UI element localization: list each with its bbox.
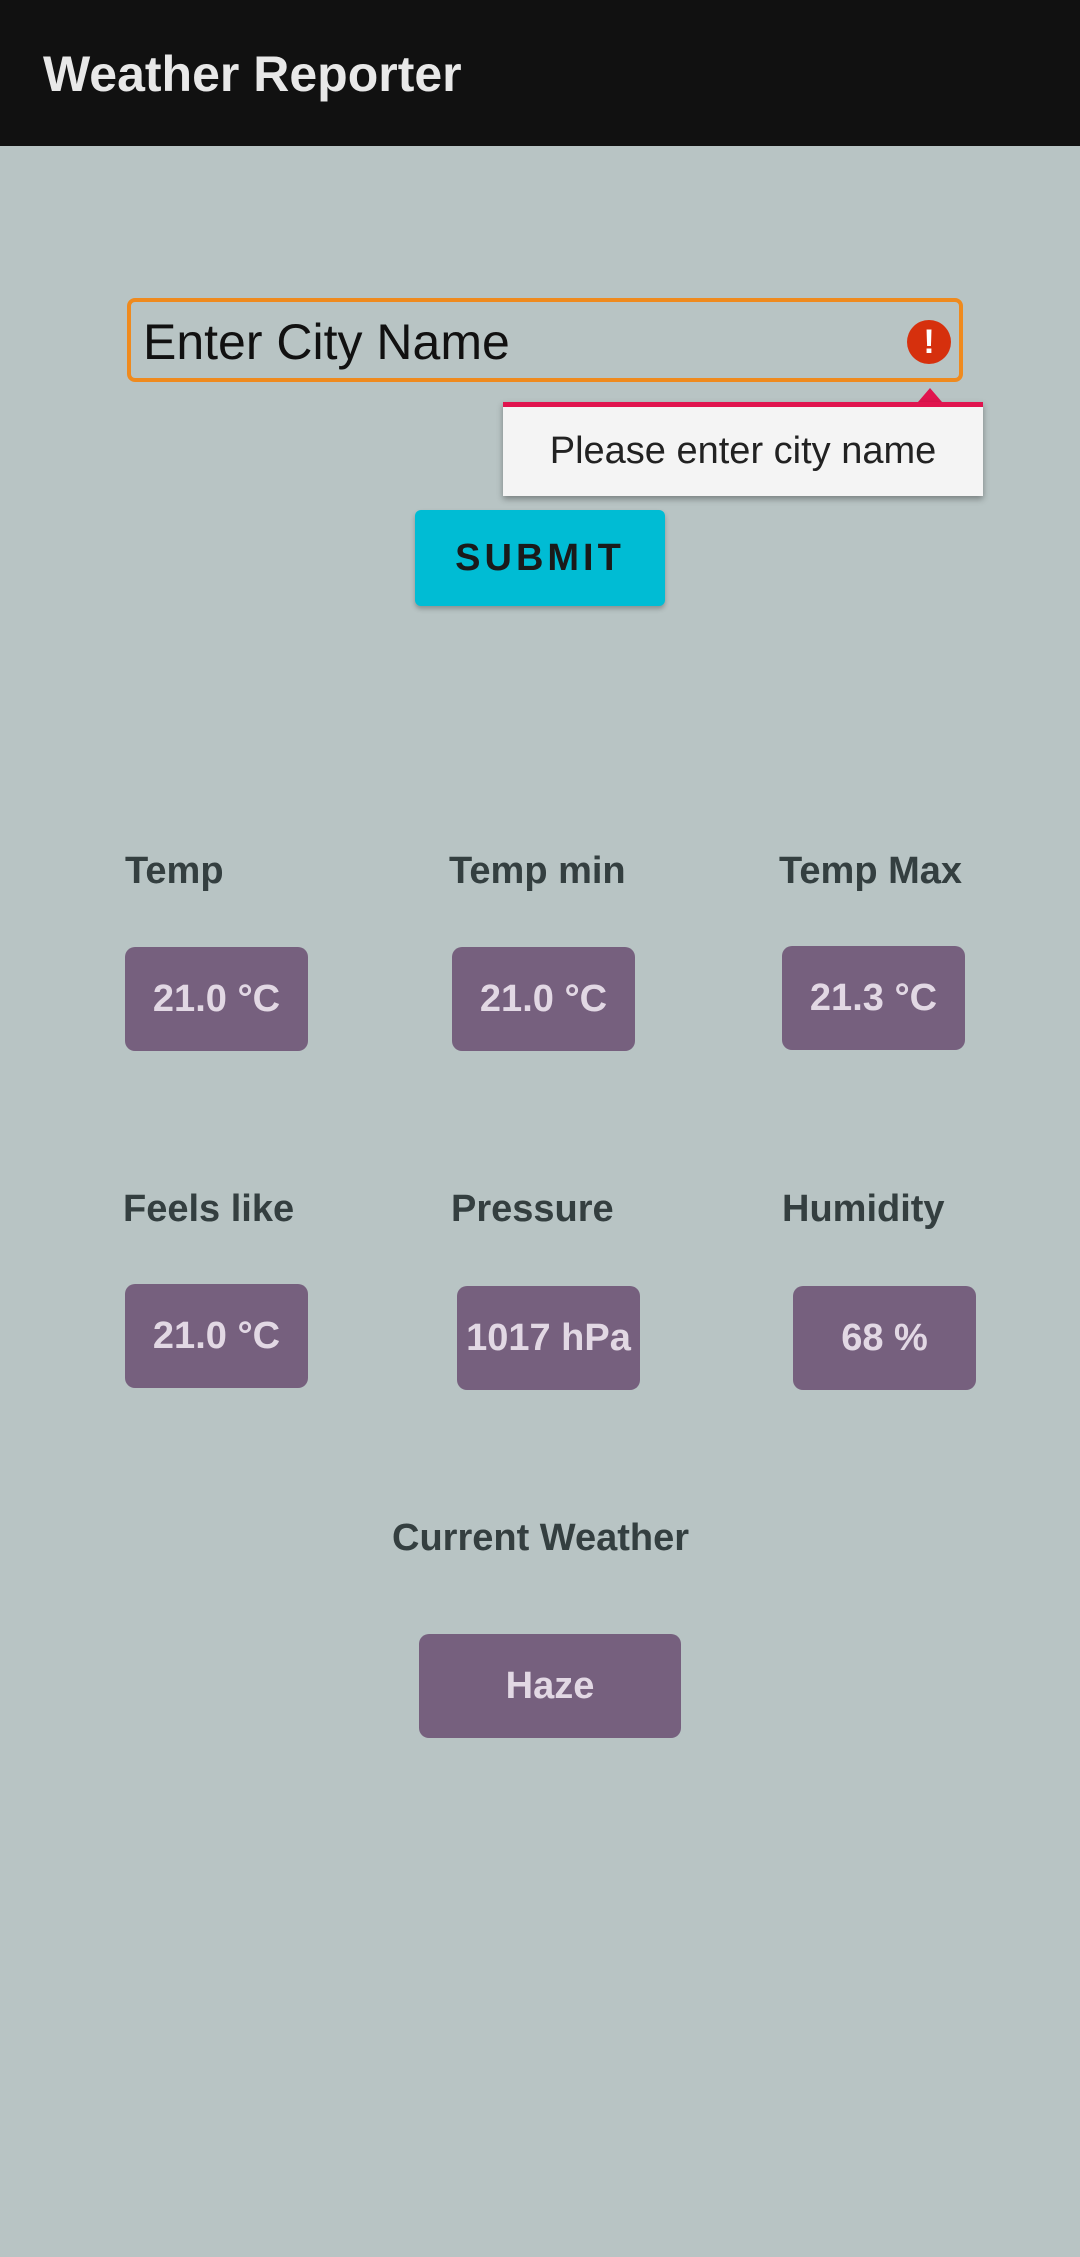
error-icon: ! [907, 320, 951, 364]
pressure-value: 1017 hPa [457, 1286, 640, 1390]
city-name-placeholder: Enter City Name [143, 314, 510, 370]
pressure-label: Pressure [451, 1188, 614, 1230]
city-name-input[interactable]: Enter City Name ! [127, 298, 963, 382]
current-weather-value: Haze [419, 1634, 681, 1738]
temp-max-value: 21.3 °C [782, 946, 965, 1050]
temp-value: 21.0 °C [125, 947, 308, 1051]
app-title: Weather Reporter [43, 46, 462, 102]
humidity-value: 68 % [793, 1286, 976, 1390]
feels-like-value: 21.0 °C [125, 1284, 308, 1388]
error-message: Please enter city name [549, 430, 937, 472]
error-popup: Please enter city name [503, 402, 983, 496]
temp-min-value: 21.0 °C [452, 947, 635, 1051]
humidity-label: Humidity [782, 1188, 945, 1230]
current-weather-label: Current Weather [392, 1517, 690, 1559]
error-popup-arrow [918, 388, 942, 402]
feels-like-label: Feels like [123, 1188, 295, 1230]
submit-button[interactable]: SUBMIT [415, 510, 665, 606]
temp-max-label: Temp Max [779, 850, 963, 892]
app-bar: Weather Reporter [0, 0, 1080, 146]
temp-label: Temp [125, 850, 224, 892]
temp-min-label: Temp min [449, 850, 626, 892]
